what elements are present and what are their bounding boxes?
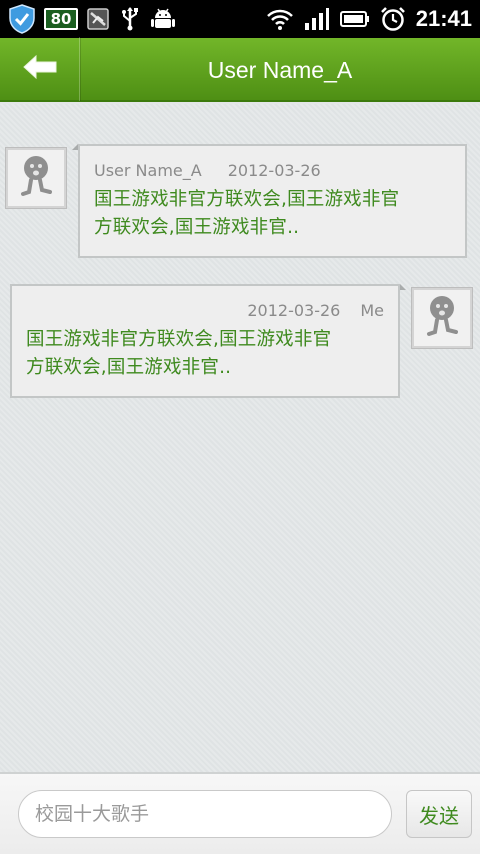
- android-icon: [150, 6, 176, 32]
- page-title: User Name_A: [207, 56, 353, 83]
- status-bar: 80 21:41: [0, 0, 480, 38]
- battery-level-badge: 80: [44, 8, 78, 30]
- message-text-line: 国王游戏非官方联欢会,国王游戏非官: [94, 189, 400, 210]
- avatar-figure-icon: [14, 152, 58, 204]
- send-button[interactable]: 发送: [406, 790, 472, 838]
- message-sender: User Name_A: [94, 160, 202, 180]
- message-input[interactable]: [35, 803, 391, 825]
- message-bubble-outgoing[interactable]: 2012-03-26 Me 国王游戏非官方联欢会,国王游戏非官 方联欢会,国王游…: [10, 284, 400, 398]
- shield-icon: [8, 4, 36, 34]
- bubble-tail: [72, 144, 78, 150]
- message-text: 国王游戏非官方联欢会,国王游戏非官 方联欢会,国王游戏非官..: [94, 186, 451, 242]
- sender-avatar[interactable]: [6, 148, 66, 208]
- message-meta: 2012-03-26 Me: [26, 298, 384, 322]
- message-bubble-incoming[interactable]: User Name_A 2012-03-26 国王游戏非官方联欢会,国王游戏非官…: [78, 144, 467, 258]
- message-text-line: 国王游戏非官方联欢会,国王游戏非官: [26, 329, 332, 350]
- message-input-wrapper[interactable]: [18, 790, 392, 838]
- message-text-line: 方联欢会,国王游戏非官..: [26, 357, 232, 378]
- my-avatar[interactable]: [412, 288, 472, 348]
- message-date: 2012-03-26: [227, 160, 321, 180]
- composer-bar: 发送: [0, 772, 480, 854]
- usb-icon: [118, 6, 142, 32]
- message-meta: User Name_A 2012-03-26: [94, 158, 451, 182]
- title-bar: User Name_A: [0, 37, 480, 102]
- wifi-icon: [266, 7, 294, 31]
- message-text-line: 方联欢会,国王游戏非官..: [94, 217, 300, 238]
- signal-icon: [304, 7, 330, 31]
- avatar-figure-icon: [420, 292, 464, 344]
- status-clock: 21:41: [415, 6, 472, 31]
- back-arrow-icon: [22, 54, 58, 84]
- conversation-list[interactable]: User Name_A 2012-03-26 国王游戏非官方联欢会,国王游戏非官…: [0, 104, 480, 772]
- battery-icon: [339, 9, 370, 29]
- bubble-tail: [400, 284, 406, 290]
- message-text: 国王游戏非官方联欢会,国王游戏非官 方联欢会,国王游戏非官..: [26, 326, 384, 382]
- alarm-icon: [380, 6, 406, 32]
- message-sender: Me: [360, 300, 384, 320]
- back-button[interactable]: [0, 37, 80, 101]
- message-date: 2012-03-26: [247, 300, 341, 320]
- no-sim-icon: [86, 7, 110, 31]
